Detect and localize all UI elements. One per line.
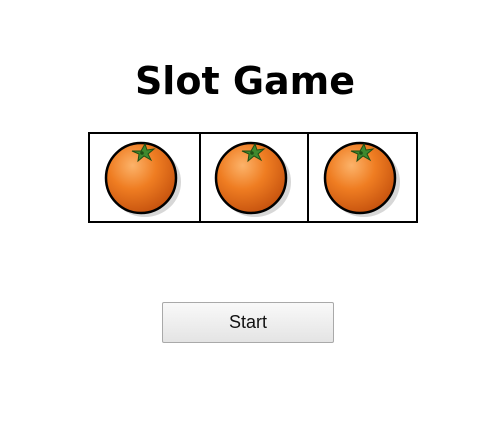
reel-2 [198, 134, 308, 221]
reel-3 [307, 134, 416, 221]
orange-icon [323, 141, 400, 217]
slot-reels [88, 132, 418, 223]
orange-icon [214, 141, 291, 217]
reel-1 [90, 134, 199, 221]
page-title: Slot Game [134, 59, 356, 103]
orange-icon [105, 141, 182, 217]
slot-game-page: Slot Game Start [0, 0, 490, 445]
start-button[interactable]: Start [162, 302, 334, 343]
